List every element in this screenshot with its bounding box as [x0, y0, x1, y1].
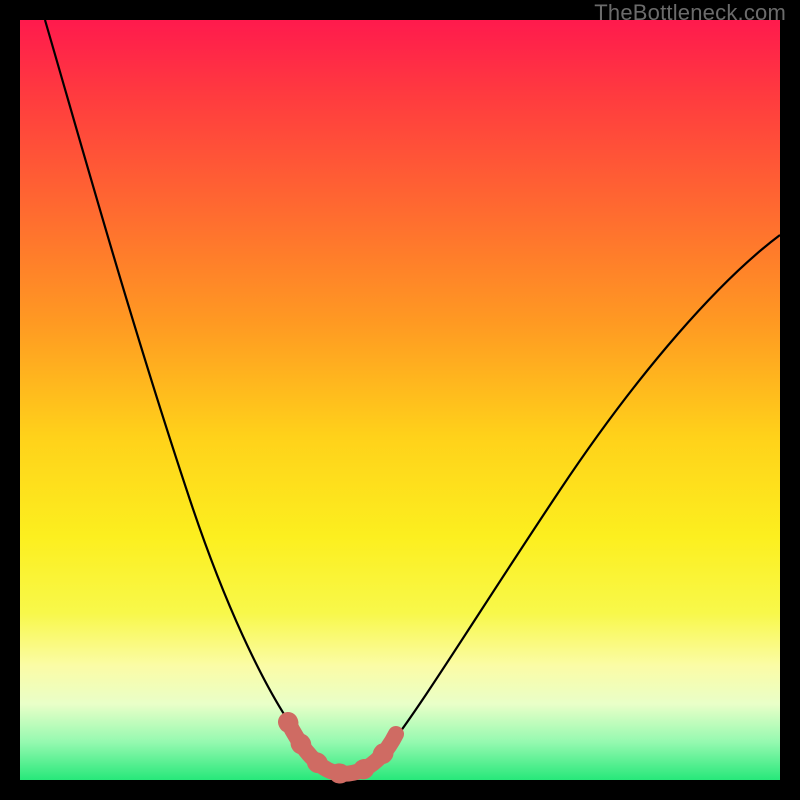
chart-frame: TheBottleneck.com	[0, 0, 800, 800]
bottleneck-curve-svg	[20, 20, 780, 780]
optimal-highlight-solid	[288, 722, 396, 774]
plot-area	[20, 20, 780, 780]
bottleneck-curve	[45, 20, 780, 773]
